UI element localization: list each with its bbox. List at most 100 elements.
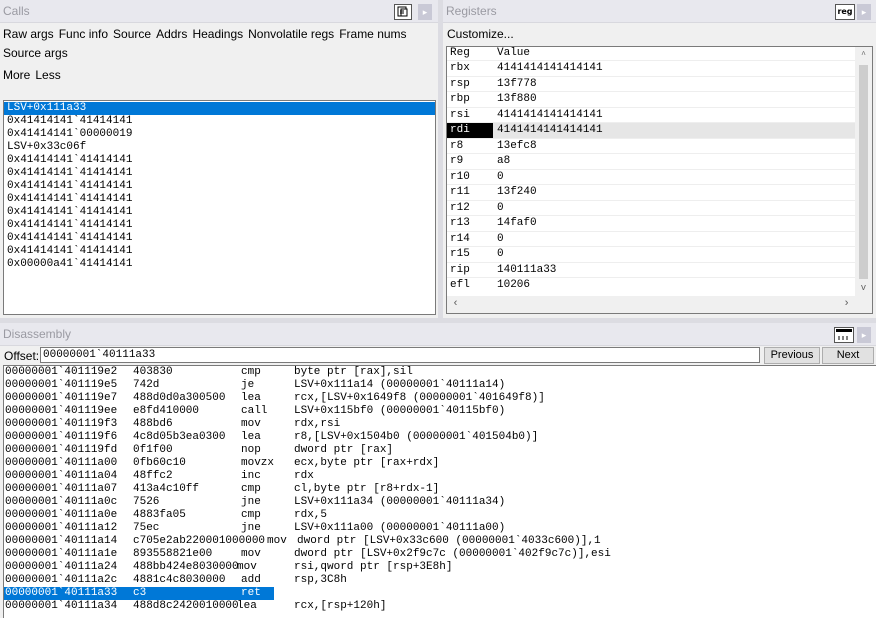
- register-row[interactable]: rbp 13f880: [447, 91, 856, 107]
- register-row[interactable]: r15 0: [447, 246, 856, 262]
- disassembly-line[interactable]: 00000001`40111a14 c705e2ab220001000000 mov…: [4, 535, 876, 548]
- register-value[interactable]: 4141414141414141: [497, 108, 603, 123]
- disassembly-line[interactable]: 00000001`401119e5 742d je LSV+0x111a14 (000…: [4, 379, 876, 392]
- instruction-bytes: 48ffc2: [133, 470, 173, 482]
- call-frame-row[interactable]: 0x41414141`41414141: [4, 245, 435, 258]
- customize-link[interactable]: Customize...: [447, 27, 514, 41]
- register-row[interactable]: r13 14faf0: [447, 215, 856, 231]
- offset-input[interactable]: [40, 347, 760, 363]
- disassembly-line[interactable]: 00000001`40111a24 488bb424e8030000 mov rsi,…: [4, 561, 876, 574]
- registers-hscrollbar[interactable]: ‹ ›: [447, 296, 872, 313]
- register-value[interactable]: 140111a33: [497, 263, 556, 278]
- register-value[interactable]: 4141414141414141: [497, 61, 603, 76]
- call-frame-row[interactable]: 0x41414141`41414141: [4, 193, 435, 206]
- registers-vscrollbar[interactable]: ^ v: [855, 47, 872, 297]
- disassembly-line[interactable]: 00000001`40111a12 75ec jne LSV+0x111a00 (00…: [4, 522, 876, 535]
- register-row[interactable]: r14 0: [447, 230, 856, 247]
- headings-link[interactable]: Headings: [192, 27, 243, 41]
- disassembly-line[interactable]: 00000001`40111a04 48ffc2 inc rdx: [4, 470, 876, 483]
- less-link[interactable]: Less: [35, 68, 60, 82]
- call-frame-row[interactable]: 0x41414141`41414141: [4, 180, 435, 193]
- register-row[interactable]: rsp 13f778: [447, 75, 856, 92]
- disassembly-line[interactable]: 00000001`401119f6 4c8d05b3ea0300 lea r8,[LS…: [4, 431, 876, 444]
- disassembly-window-icon[interactable]: [834, 327, 854, 343]
- source-args-link[interactable]: Source args: [3, 46, 68, 60]
- register-value[interactable]: 14faf0: [497, 216, 537, 231]
- register-value[interactable]: 13f880: [497, 92, 537, 107]
- calls-dropdown-icon[interactable]: ▸: [418, 4, 432, 20]
- register-value[interactable]: 13efc8: [497, 139, 537, 154]
- registers-dropdown-icon[interactable]: ▸: [857, 4, 871, 20]
- scroll-right-icon[interactable]: ›: [838, 296, 855, 313]
- disassembly-line[interactable]: 00000001`40111a34 488d8c2420010000 lea rcx,…: [4, 600, 876, 613]
- raw-args-link[interactable]: Raw args: [3, 27, 54, 41]
- call-frame-row[interactable]: 0x41414141`41414141: [4, 167, 435, 180]
- func-info-link[interactable]: Func info: [59, 27, 108, 41]
- call-frame-row[interactable]: 0x41414141`41414141: [4, 232, 435, 245]
- call-frame-row[interactable]: 0x41414141`41414141: [4, 206, 435, 219]
- previous-button[interactable]: Previous: [764, 347, 820, 364]
- addrs-link[interactable]: Addrs: [156, 27, 187, 41]
- disassembly-line[interactable]: 00000001`401119fd 0f1f00 nop dword ptr [rax…: [4, 444, 876, 457]
- registers-window-icon[interactable]: reg: [835, 4, 855, 20]
- register-row[interactable]: rdi 4141414141414141: [447, 122, 856, 138]
- call-frame-row[interactable]: 0x41414141`41414141: [4, 115, 435, 128]
- register-row[interactable]: rsi 4141414141414141: [447, 106, 856, 123]
- register-value[interactable]: 4141414141414141: [497, 123, 603, 138]
- register-value[interactable]: 0: [497, 247, 504, 262]
- disassembly-line[interactable]: 00000001`40111a33 c3 ret: [4, 587, 876, 600]
- disassembly-listing[interactable]: 00000001`401119e2 403830 cmp byte ptr [rax]…: [3, 365, 876, 618]
- register-row[interactable]: rip 140111a33: [447, 261, 856, 278]
- call-frame-row[interactable]: 0x41414141`41414141: [4, 154, 435, 167]
- frame-nums-link[interactable]: Frame nums: [339, 27, 406, 41]
- register-value[interactable]: 13f240: [497, 185, 537, 200]
- disassembly-line[interactable]: 00000001`40111a07 413a4c10ff cmp cl,byte pt…: [4, 483, 876, 496]
- calls-window-icon[interactable]: [394, 4, 412, 20]
- instruction-address: 00000001`40111a33: [5, 587, 118, 599]
- disassembly-line[interactable]: 00000001`40111a2c 4881c4c8030000 add rsp,3C…: [4, 574, 876, 587]
- disassembly-line[interactable]: 00000001`40111a0e 4883fa05 cmp rdx,5: [4, 509, 876, 522]
- call-frame-row[interactable]: LSV+0x111a33: [4, 102, 435, 115]
- instruction-bytes: 0fb60c10: [133, 457, 186, 469]
- nonvolatile-regs-link[interactable]: Nonvolatile regs: [248, 27, 334, 41]
- disassembly-title: Disassembly: [3, 327, 72, 341]
- register-value[interactable]: 0: [497, 232, 504, 247]
- scroll-down-icon[interactable]: v: [855, 280, 872, 297]
- disassembly-line[interactable]: 00000001`40111a00 0fb60c10 movzx ecx,byte p…: [4, 457, 876, 470]
- call-stack-list[interactable]: LSV+0x111a33 0x41414141`41414141 0x4141414…: [3, 100, 436, 315]
- instruction-bytes: c3: [133, 587, 147, 599]
- reg-icon-label: reg: [837, 7, 853, 16]
- instruction-bytes: 742d: [133, 379, 160, 391]
- next-button[interactable]: Next: [822, 347, 874, 364]
- call-frame-row[interactable]: 0x00000a41`41414141: [4, 258, 435, 271]
- register-row[interactable]: r11 13f240: [447, 184, 856, 200]
- disassembly-line[interactable]: 00000001`40111a0c 7526 jne LSV+0x111a34 (00…: [4, 496, 876, 509]
- register-value[interactable]: 0: [497, 201, 504, 216]
- instruction-bytes: 7526: [133, 496, 160, 508]
- disassembly-line[interactable]: 00000001`401119f3 488bd6 mov rdx,rsi: [4, 418, 876, 431]
- disassembly-line[interactable]: 00000001`401119ee e8fd410000 call LSV+0x115…: [4, 405, 876, 418]
- scroll-up-icon[interactable]: ^: [855, 47, 872, 64]
- more-link[interactable]: More: [3, 68, 30, 82]
- call-frame-row[interactable]: LSV+0x33c06f: [4, 141, 435, 154]
- register-row[interactable]: r9 a8: [447, 153, 856, 169]
- disassembly-dropdown-icon[interactable]: ▸: [857, 327, 871, 343]
- register-row[interactable]: r12 0: [447, 199, 856, 216]
- register-row[interactable]: rbx 4141414141414141: [447, 60, 856, 76]
- scroll-left-icon[interactable]: ‹: [447, 296, 464, 313]
- register-row[interactable]: r8 13efc8: [447, 137, 856, 154]
- register-name: rip: [450, 263, 470, 276]
- call-frame-row[interactable]: 0x41414141`41414141: [4, 219, 435, 232]
- scrollbar-thumb[interactable]: [859, 65, 868, 279]
- register-row[interactable]: efl 10206: [447, 277, 856, 293]
- call-frame-row[interactable]: 0x41414141`00000019: [4, 128, 435, 141]
- register-value[interactable]: 13f778: [497, 77, 537, 92]
- register-value[interactable]: 10206: [497, 278, 530, 293]
- register-value[interactable]: a8: [497, 154, 510, 169]
- disassembly-line[interactable]: 00000001`401119e2 403830 cmp byte ptr [rax]…: [4, 366, 876, 379]
- register-row[interactable]: r10 0: [447, 168, 856, 185]
- source-link[interactable]: Source: [113, 27, 151, 41]
- disassembly-line[interactable]: 00000001`401119e7 488d0d0a300500 lea rcx,[L…: [4, 392, 876, 405]
- disassembly-line[interactable]: 00000001`40111a1e 893558821e00 mov dword pt…: [4, 548, 876, 561]
- register-value[interactable]: 0: [497, 170, 504, 185]
